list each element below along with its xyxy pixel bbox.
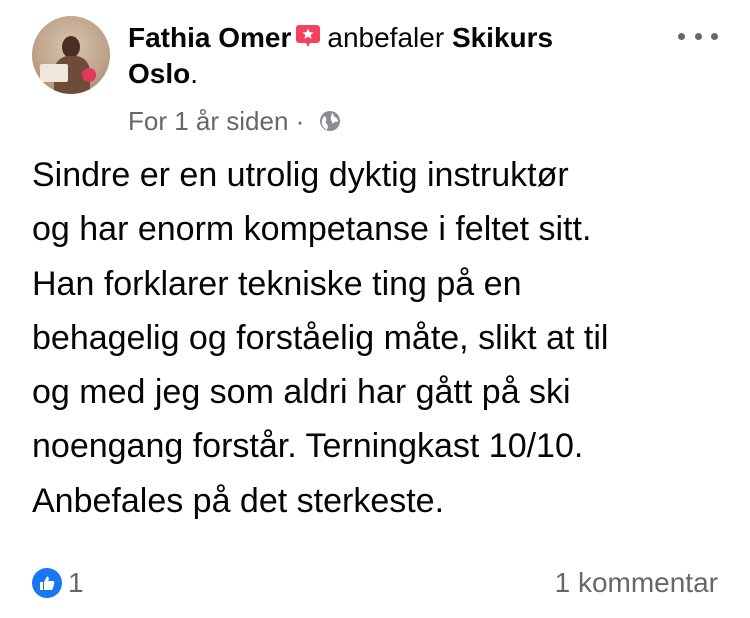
post-body-line: Han forklarer tekniske ting på en [32, 264, 522, 303]
post-body-line: og har enorm kompetanse i feltet sitt. [32, 210, 592, 249]
post-header-line-1: Fathia Omer anbefaler Skikurs [128, 20, 553, 58]
like-count: 1 [68, 567, 84, 598]
like-icon [32, 568, 62, 598]
post-header-line-2: Oslo. [128, 56, 198, 92]
avatar-badge [82, 68, 96, 82]
comment-count-link[interactable]: 1 kommentar [555, 566, 718, 600]
more-options-icon[interactable] [678, 22, 718, 50]
reactions-summary[interactable]: 1 [32, 566, 84, 600]
post-timestamp[interactable]: For 1 år siden [128, 106, 288, 136]
recommendation-badge-icon [295, 22, 321, 58]
post-body-line: Sindre er en utrolig dyktig instruktør [32, 156, 569, 194]
post-body-line: og med jeg som aldri har gått på ski [32, 373, 571, 412]
page-name-link[interactable]: Skikurs [452, 22, 553, 53]
post-body-line: behagelig og forståelig måte, slikt at t… [32, 318, 609, 357]
post-body: Sindre er en utrolig dyktig instruktør o… [32, 148, 722, 528]
recommends-text: anbefaler [327, 22, 445, 53]
post-body-line: noengang forstår. Terningkast 10/10. [32, 427, 584, 466]
author-avatar[interactable] [32, 16, 110, 94]
globe-icon [318, 107, 342, 141]
author-name-link[interactable]: Fathia Omer [128, 22, 291, 53]
post-body-line: Anbefales på det sterkeste. [32, 481, 445, 520]
avatar-figure-head [62, 36, 80, 58]
meta-separator: · [295, 106, 305, 136]
more-dot [678, 32, 685, 40]
more-dot [694, 32, 702, 40]
page-name-link-cont[interactable]: Oslo [128, 58, 190, 89]
avatar-sign [40, 64, 68, 82]
page-name-suffix: . [190, 58, 199, 89]
more-dot [711, 32, 718, 40]
post-meta: For 1 år siden · [128, 104, 342, 141]
